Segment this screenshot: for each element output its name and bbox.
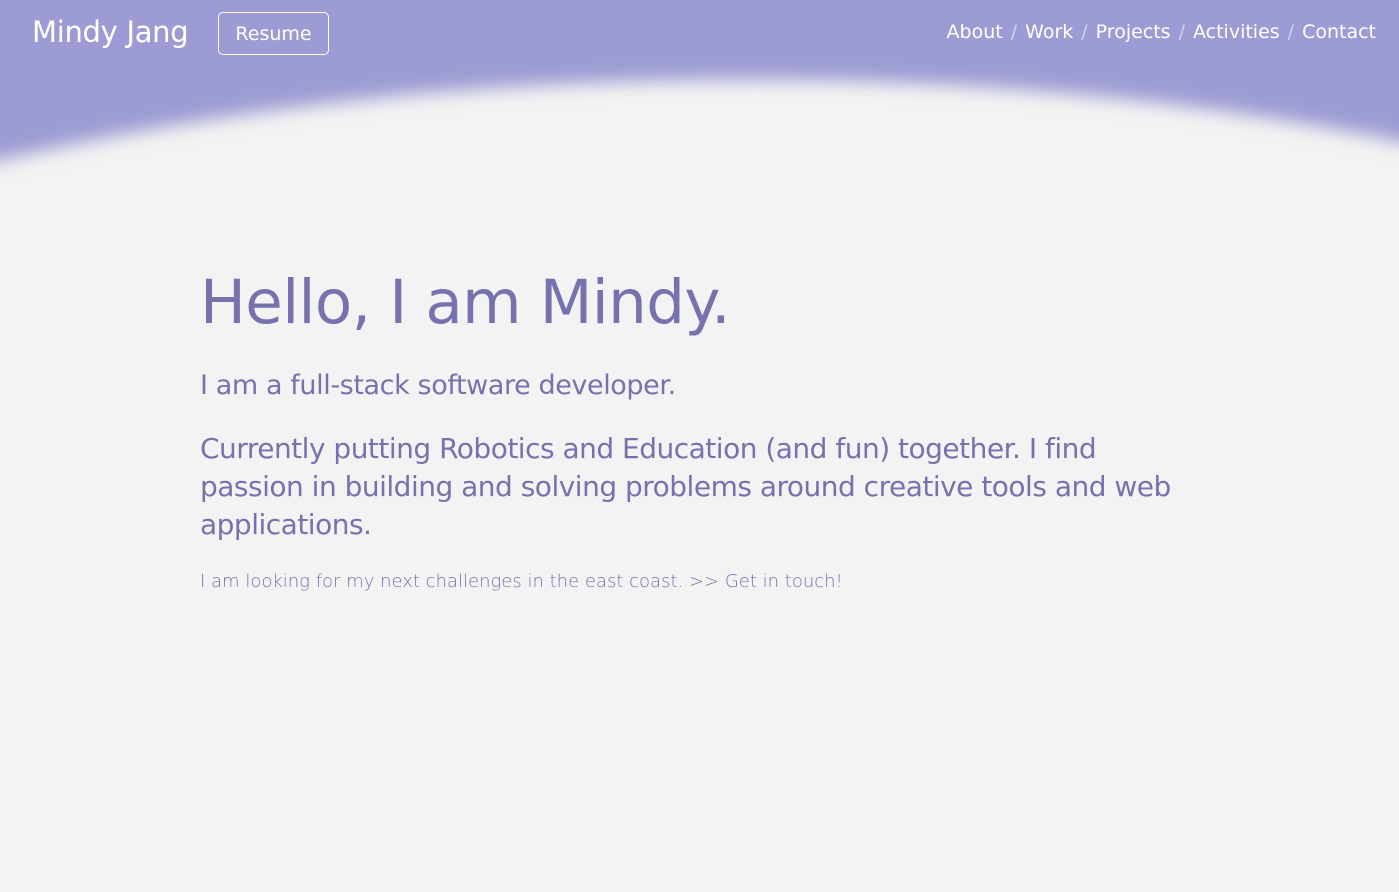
main-nav: About / Work / Projects / Activities / C…	[947, 17, 1376, 47]
top-navigation-bar: Mindy Jang Resume About / Work / Project…	[0, 0, 1399, 70]
nav-link-work[interactable]: Work	[1025, 17, 1073, 47]
nav-separator: /	[1081, 21, 1088, 43]
nav-link-activities[interactable]: Activities	[1193, 17, 1280, 47]
hero-title: Hello, I am Mindy.	[200, 267, 731, 338]
nav-link-contact[interactable]: Contact	[1302, 17, 1376, 47]
nav-link-projects[interactable]: Projects	[1096, 17, 1171, 47]
brand-logo-link[interactable]: Mindy Jang	[32, 13, 189, 51]
hero-section: Hello, I am Mindy. I am a full-stack sof…	[200, 262, 1210, 596]
hero-note-text: I am looking for my next challenges in t…	[200, 571, 689, 592]
nav-separator: /	[1178, 21, 1185, 43]
nav-separator: /	[1287, 21, 1295, 43]
resume-button[interactable]: Resume	[218, 12, 329, 55]
hero-note: I am looking for my next challenges in t…	[200, 568, 1210, 596]
hero-subtitle: I am a full-stack software developer.	[200, 370, 676, 401]
hero-description: Currently putting Robotics and Education…	[200, 432, 1171, 541]
get-in-touch-link[interactable]: >> Get in touch!	[689, 571, 843, 592]
page: Mindy Jang Resume About / Work / Project…	[0, 0, 1399, 892]
nav-link-about[interactable]: About	[947, 17, 1003, 47]
nav-separator: /	[1010, 21, 1018, 43]
